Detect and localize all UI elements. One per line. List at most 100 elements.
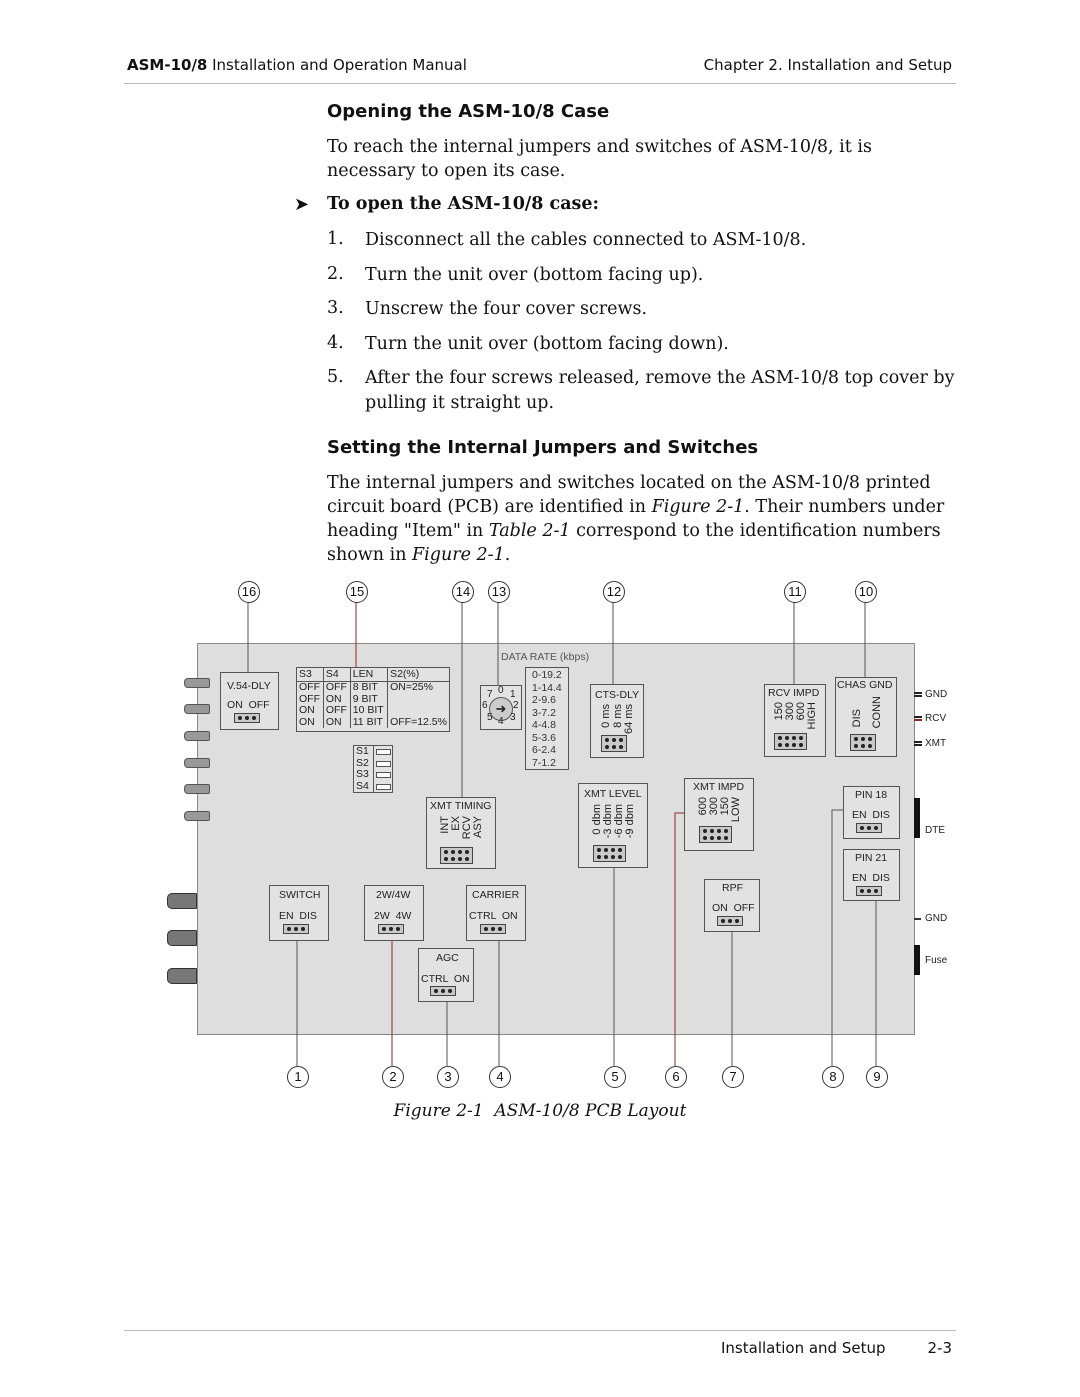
pin	[444, 857, 448, 861]
jumper-pins	[283, 924, 309, 934]
data-rate-list: 0-19.2 1-14.4 2-9.6 3-7.2 4-4.8 5-3.6 6-2.4 7-1…	[525, 667, 569, 770]
pin	[605, 738, 609, 742]
pin	[867, 889, 871, 893]
pin	[458, 857, 462, 861]
jumper-pins	[378, 924, 404, 934]
pin	[785, 736, 789, 740]
rotary-switch: ➜ 0 1 2 3 4 5 6 7	[480, 685, 522, 730]
settings-table: S3 S4 LEN S2(%) OFF OFF 8 BIT ON=25% OFF ON 9 BI…	[297, 668, 449, 728]
pin	[728, 919, 732, 923]
rcv-terminal	[914, 716, 922, 718]
callout-10: 10	[855, 581, 877, 603]
pin	[612, 745, 616, 749]
xmt-label: XMT	[925, 738, 947, 749]
2w-4w-jumper: 2W/4W 2W 4W	[364, 885, 424, 941]
jumper-pins	[593, 845, 626, 862]
pin18-jumper: PIN 18 EN DIS	[843, 786, 900, 839]
callout-13: 13	[488, 581, 510, 603]
xmt-terminal	[914, 741, 922, 743]
gnd-terminal-2	[914, 918, 921, 920]
rcv-label: RCV	[925, 713, 947, 724]
callout-4: 4	[489, 1066, 511, 1088]
jumper-pins	[234, 713, 260, 723]
pin	[710, 836, 714, 840]
pin	[252, 716, 256, 720]
pin	[382, 927, 386, 931]
pin	[498, 927, 502, 931]
page-number: 2-3	[927, 1339, 953, 1357]
pin	[860, 826, 864, 830]
xmt-timing-jumper: XMT TIMING INT EX RCV ASY	[426, 797, 496, 869]
pin	[854, 744, 858, 748]
pin	[703, 829, 707, 833]
pin	[721, 919, 725, 923]
gnd-label-2: GND	[925, 913, 948, 924]
jumper-pins	[440, 847, 473, 864]
pin	[717, 836, 721, 840]
rpf-jumper: RPF ON OFF	[704, 879, 760, 932]
pin	[451, 850, 455, 854]
xmt-impd-jumper: XMT IMPD 600 300 150 LOW	[684, 778, 754, 851]
callout-5: 5	[604, 1066, 626, 1088]
dip-switch: S1 S2 S3 S4	[353, 745, 393, 793]
jumper-pins	[480, 924, 506, 934]
pin	[799, 736, 803, 740]
callout-2: 2	[382, 1066, 404, 1088]
pin	[287, 927, 291, 931]
manual-page: ASM-10/8 Installation and Operation Manu…	[0, 0, 1080, 1397]
jumper-pins	[856, 823, 882, 833]
switch-connector	[167, 968, 197, 984]
callout-9: 9	[866, 1066, 888, 1088]
pin	[605, 745, 609, 749]
jumper-pins	[856, 886, 882, 896]
dte-connector	[914, 798, 920, 838]
pin	[874, 889, 878, 893]
jumper-pins	[699, 826, 732, 843]
pin	[619, 745, 623, 749]
fuse-label: Fuse	[925, 955, 948, 966]
pin	[441, 989, 445, 993]
pin	[867, 826, 871, 830]
pin	[396, 927, 400, 931]
pin	[619, 738, 623, 742]
pin	[458, 850, 462, 854]
switch-jumper: SWITCH EN DIS	[269, 885, 329, 941]
footer-divider	[124, 1330, 956, 1331]
switch-settings-table: S3 S4 LEN S2(%) OFF OFF 8 BIT ON=25% OFF ON 9 BI…	[296, 667, 450, 732]
pin	[389, 927, 393, 931]
figure-caption: Figure 2-1 ASM-10/8 PCB Layout	[393, 1101, 687, 1121]
gnd-label: GND	[925, 689, 948, 700]
pin	[735, 919, 739, 923]
pin	[724, 836, 728, 840]
pin	[451, 857, 455, 861]
pin	[618, 848, 622, 852]
pin	[861, 744, 865, 748]
dte-label: DTE	[925, 825, 945, 836]
pin	[778, 743, 782, 747]
label: V.54-DLY	[227, 680, 271, 692]
jumper-pins	[430, 986, 456, 996]
pin	[294, 927, 298, 931]
data-rate-items: 0-19.2 1-14.4 2-9.6 3-7.2 4-4.8 5-3.6 6-2.4 7-1…	[532, 669, 562, 769]
pin	[301, 927, 305, 931]
pin	[465, 857, 469, 861]
led-connector	[184, 731, 210, 741]
callout-1: 1	[287, 1066, 309, 1088]
callout-11: 11	[784, 581, 806, 603]
pin	[465, 850, 469, 854]
switch-connector	[167, 893, 197, 909]
led-connector	[184, 811, 210, 821]
pin	[448, 989, 452, 993]
jumper-pins	[774, 733, 807, 750]
pin	[785, 743, 789, 747]
callout-3: 3	[437, 1066, 459, 1088]
pin	[444, 850, 448, 854]
v54-dly-jumper: V.54-DLY ON OFF	[220, 672, 279, 730]
pin	[792, 743, 796, 747]
callout-6: 6	[665, 1066, 687, 1088]
pin	[703, 836, 707, 840]
pin	[724, 829, 728, 833]
pin	[604, 855, 608, 859]
label: ON OFF	[227, 699, 270, 711]
callout-8: 8	[822, 1066, 844, 1088]
